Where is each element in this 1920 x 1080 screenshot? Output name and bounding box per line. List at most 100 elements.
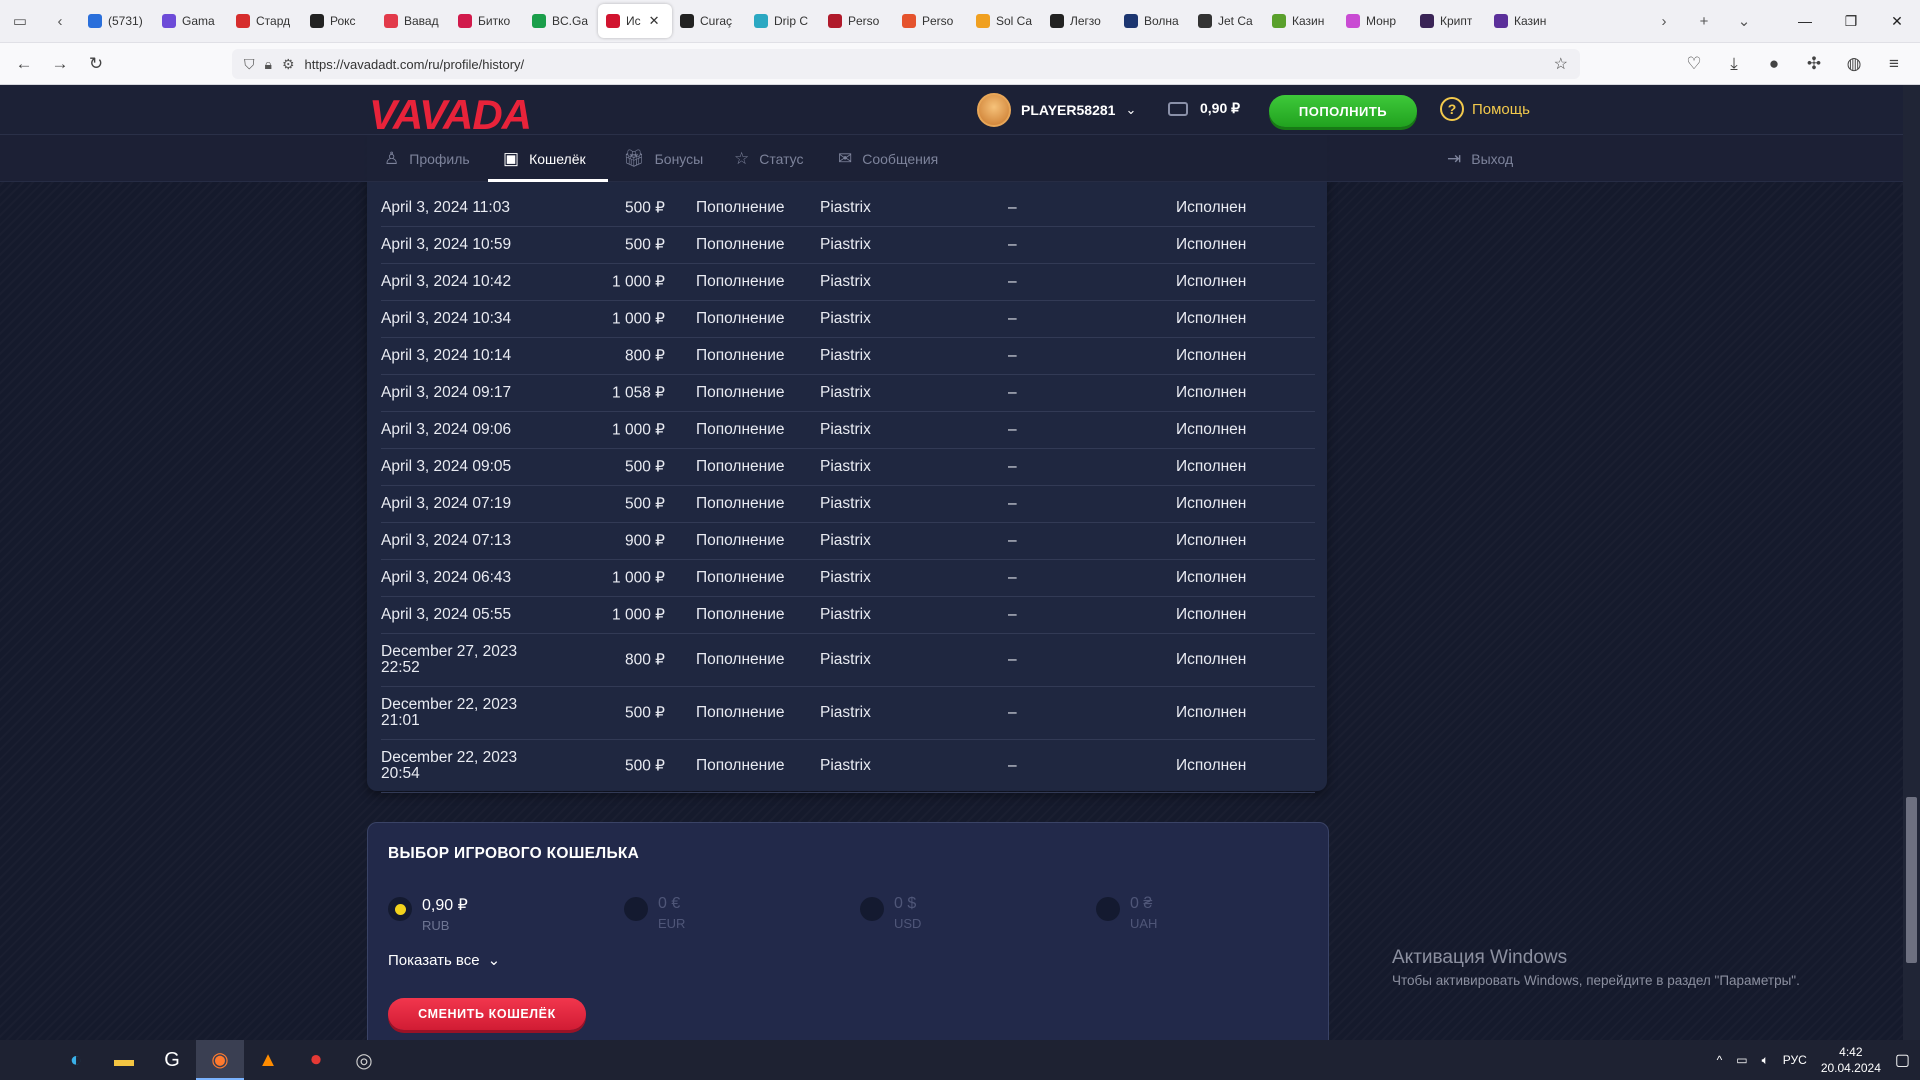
browser-tab[interactable]: Perso <box>820 4 894 38</box>
browser-tab[interactable]: Легзо <box>1042 4 1116 38</box>
tabs-scroll-right-icon[interactable]: › <box>1644 0 1684 43</box>
browser-tab[interactable]: Волна <box>1116 4 1190 38</box>
username[interactable]: PLAYER58281 <box>1021 102 1115 118</box>
browser-tab[interactable]: Битко <box>450 4 524 38</box>
vavada-site: 500 ₽ПополнениеPiastrix–ИсполненApril 3,… <box>0 85 1920 1040</box>
vpn-globe-icon[interactable]: ◍ <box>1836 48 1872 80</box>
lock-icon[interactable]: 🔒︎ <box>265 56 272 73</box>
vavada-logo[interactable]: VAVADA <box>369 91 532 139</box>
url-text[interactable]: https://vavadadt.com/ru/profile/history/ <box>305 57 525 72</box>
deposit-button[interactable]: ПОПОЛНИТЬ <box>1269 95 1417 127</box>
avatar[interactable] <box>977 93 1011 127</box>
cell-amount: 1 058 ₽ <box>612 384 665 402</box>
file-explorer-icon[interactable]: ▬ <box>100 1040 148 1080</box>
browser-tab[interactable]: Jet Ca <box>1190 4 1264 38</box>
currency-radio[interactable] <box>388 897 412 921</box>
browser-tab[interactable]: Казин <box>1264 4 1338 38</box>
currency-option-eur[interactable]: 0 € EUR <box>624 895 685 931</box>
tab-status[interactable]: ☆ Статус <box>734 135 804 182</box>
tabs-scroll-left-icon[interactable]: ‹ <box>40 0 80 43</box>
browser-tab[interactable]: Рокс <box>302 4 376 38</box>
browser-tab[interactable]: Ис ✕ <box>598 4 672 38</box>
shield-icon[interactable]: ⛉ <box>244 56 255 73</box>
tab-favicon-icon <box>1420 14 1434 28</box>
browser-tab[interactable]: Drip C <box>746 4 820 38</box>
notifications-icon[interactable]: ▢ <box>1895 1050 1910 1070</box>
browser-tab[interactable]: BC.Ga <box>524 4 598 38</box>
clock[interactable]: 4:42 20.04.2024 <box>1821 1044 1881 1076</box>
permissions-icon[interactable]: ⚙ <box>282 56 295 73</box>
tab-overflow-chevron-icon[interactable]: ⌄ <box>1724 0 1764 43</box>
close-tab-icon[interactable]: ✕ <box>649 13 660 29</box>
back-icon[interactable]: ← <box>6 48 42 80</box>
browser-tab[interactable]: Perso <box>894 4 968 38</box>
vlc-icon[interactable]: ▲ <box>244 1040 292 1080</box>
close-window-icon[interactable]: ✕ <box>1874 0 1920 43</box>
forward-icon[interactable]: → <box>42 48 78 80</box>
tab-messages-label: Сообщения <box>862 150 939 167</box>
app-icon[interactable]: ◎ <box>340 1040 388 1080</box>
currency-option-usd[interactable]: 0 $ USD <box>860 895 921 931</box>
tab-profile[interactable]: ♙ Профиль <box>384 135 470 182</box>
tray-chevron-up-icon[interactable]: ^ <box>1717 1053 1723 1067</box>
edge-icon[interactable]: ◐ <box>52 1040 100 1080</box>
browser-tab[interactable]: Монр <box>1338 4 1412 38</box>
recorder-icon[interactable]: ⏺ <box>292 1040 340 1080</box>
currency-radio[interactable] <box>860 897 884 921</box>
logout-link[interactable]: ⇥ Выход <box>1447 135 1513 182</box>
tab-status-label: Статус <box>759 150 804 167</box>
cell-amount: 500 ₽ <box>624 236 665 254</box>
tab-label: Ис <box>626 14 641 28</box>
browser-tab[interactable]: Казин <box>1486 4 1560 38</box>
tab-list-icon[interactable]: ▭ <box>0 0 40 43</box>
page-scrollbar[interactable] <box>1903 85 1920 1040</box>
volume-icon[interactable]: 🔈︎ <box>1762 1053 1769 1068</box>
currency-amount: 0 ₴ <box>1130 895 1153 912</box>
cell-status: Исполнен <box>1176 651 1247 668</box>
bookmark-star-icon[interactable]: ☆ <box>1554 54 1568 74</box>
browser-tab[interactable]: Curaç <box>672 4 746 38</box>
chevron-down-icon[interactable]: ⌄ <box>1125 102 1136 118</box>
account-icon[interactable]: ● <box>1756 48 1792 80</box>
browser-tab[interactable]: (5731) <box>80 4 154 38</box>
new-tab-icon[interactable]: + <box>1684 0 1724 43</box>
tab-label: Jet Ca <box>1218 14 1253 28</box>
browser-tab[interactable]: Sol Ca <box>968 4 1042 38</box>
pocket-icon[interactable]: ♡ <box>1676 48 1712 80</box>
tab-favicon-icon <box>236 14 250 28</box>
g-app-icon[interactable]: G <box>148 1040 196 1080</box>
browser-tab[interactable]: Стард <box>228 4 302 38</box>
tab-bonuses[interactable]: 🎁︎ Бонусы <box>623 135 703 182</box>
cell-payment-system: Piastrix <box>820 421 871 438</box>
browser-tab[interactable]: Крипт <box>1412 4 1486 38</box>
change-wallet-button[interactable]: СМЕНИТЬ КОШЕЛЁК <box>388 998 586 1030</box>
extensions-icon[interactable]: ✣ <box>1796 48 1832 80</box>
cell-status: Исполнен <box>1176 236 1247 253</box>
tab-messages[interactable]: ✉ Сообщения <box>838 135 938 182</box>
currency-option-rub[interactable]: 0,90 ₽ RUB <box>388 895 468 933</box>
cell-details: – <box>1008 495 1017 512</box>
reload-icon[interactable]: ↻ <box>78 48 114 80</box>
browser-tab[interactable]: Вавад <box>376 4 450 38</box>
restore-icon[interactable]: ❐ <box>1828 0 1874 43</box>
tab-label: Монр <box>1366 14 1397 28</box>
menu-icon[interactable]: ≡ <box>1876 48 1912 80</box>
scrollbar-thumb[interactable] <box>1906 797 1917 963</box>
minimize-icon[interactable]: — <box>1782 0 1828 43</box>
network-icon[interactable]: ▭ <box>1736 1053 1747 1067</box>
currency-radio[interactable] <box>1096 897 1120 921</box>
firefox-icon[interactable]: ◉ <box>196 1040 244 1080</box>
tab-wallet[interactable]: ▣ Кошелёк <box>503 135 586 182</box>
currency-radio[interactable] <box>624 897 648 921</box>
address-bar[interactable]: ⛉ 🔒︎ ⚙ https://vavadadt.com/ru/profile/h… <box>232 49 1580 79</box>
tab-label: (5731) <box>108 14 143 28</box>
downloads-icon[interactable]: ⤓ <box>1716 48 1752 80</box>
show-all-currencies-button[interactable]: Показать все ⌄ <box>388 951 500 970</box>
user-menu[interactable]: PLAYER58281 ⌄ <box>977 93 1136 127</box>
help-link[interactable]: ? Помощь <box>1440 97 1530 121</box>
language-indicator[interactable]: РУС <box>1783 1053 1807 1067</box>
browser-tab[interactable]: Gama <box>154 4 228 38</box>
currency-option-uah[interactable]: 0 ₴ UAH <box>1096 895 1157 931</box>
tab-favicon-icon <box>88 14 102 28</box>
cell-payment-system: Piastrix <box>820 495 871 512</box>
